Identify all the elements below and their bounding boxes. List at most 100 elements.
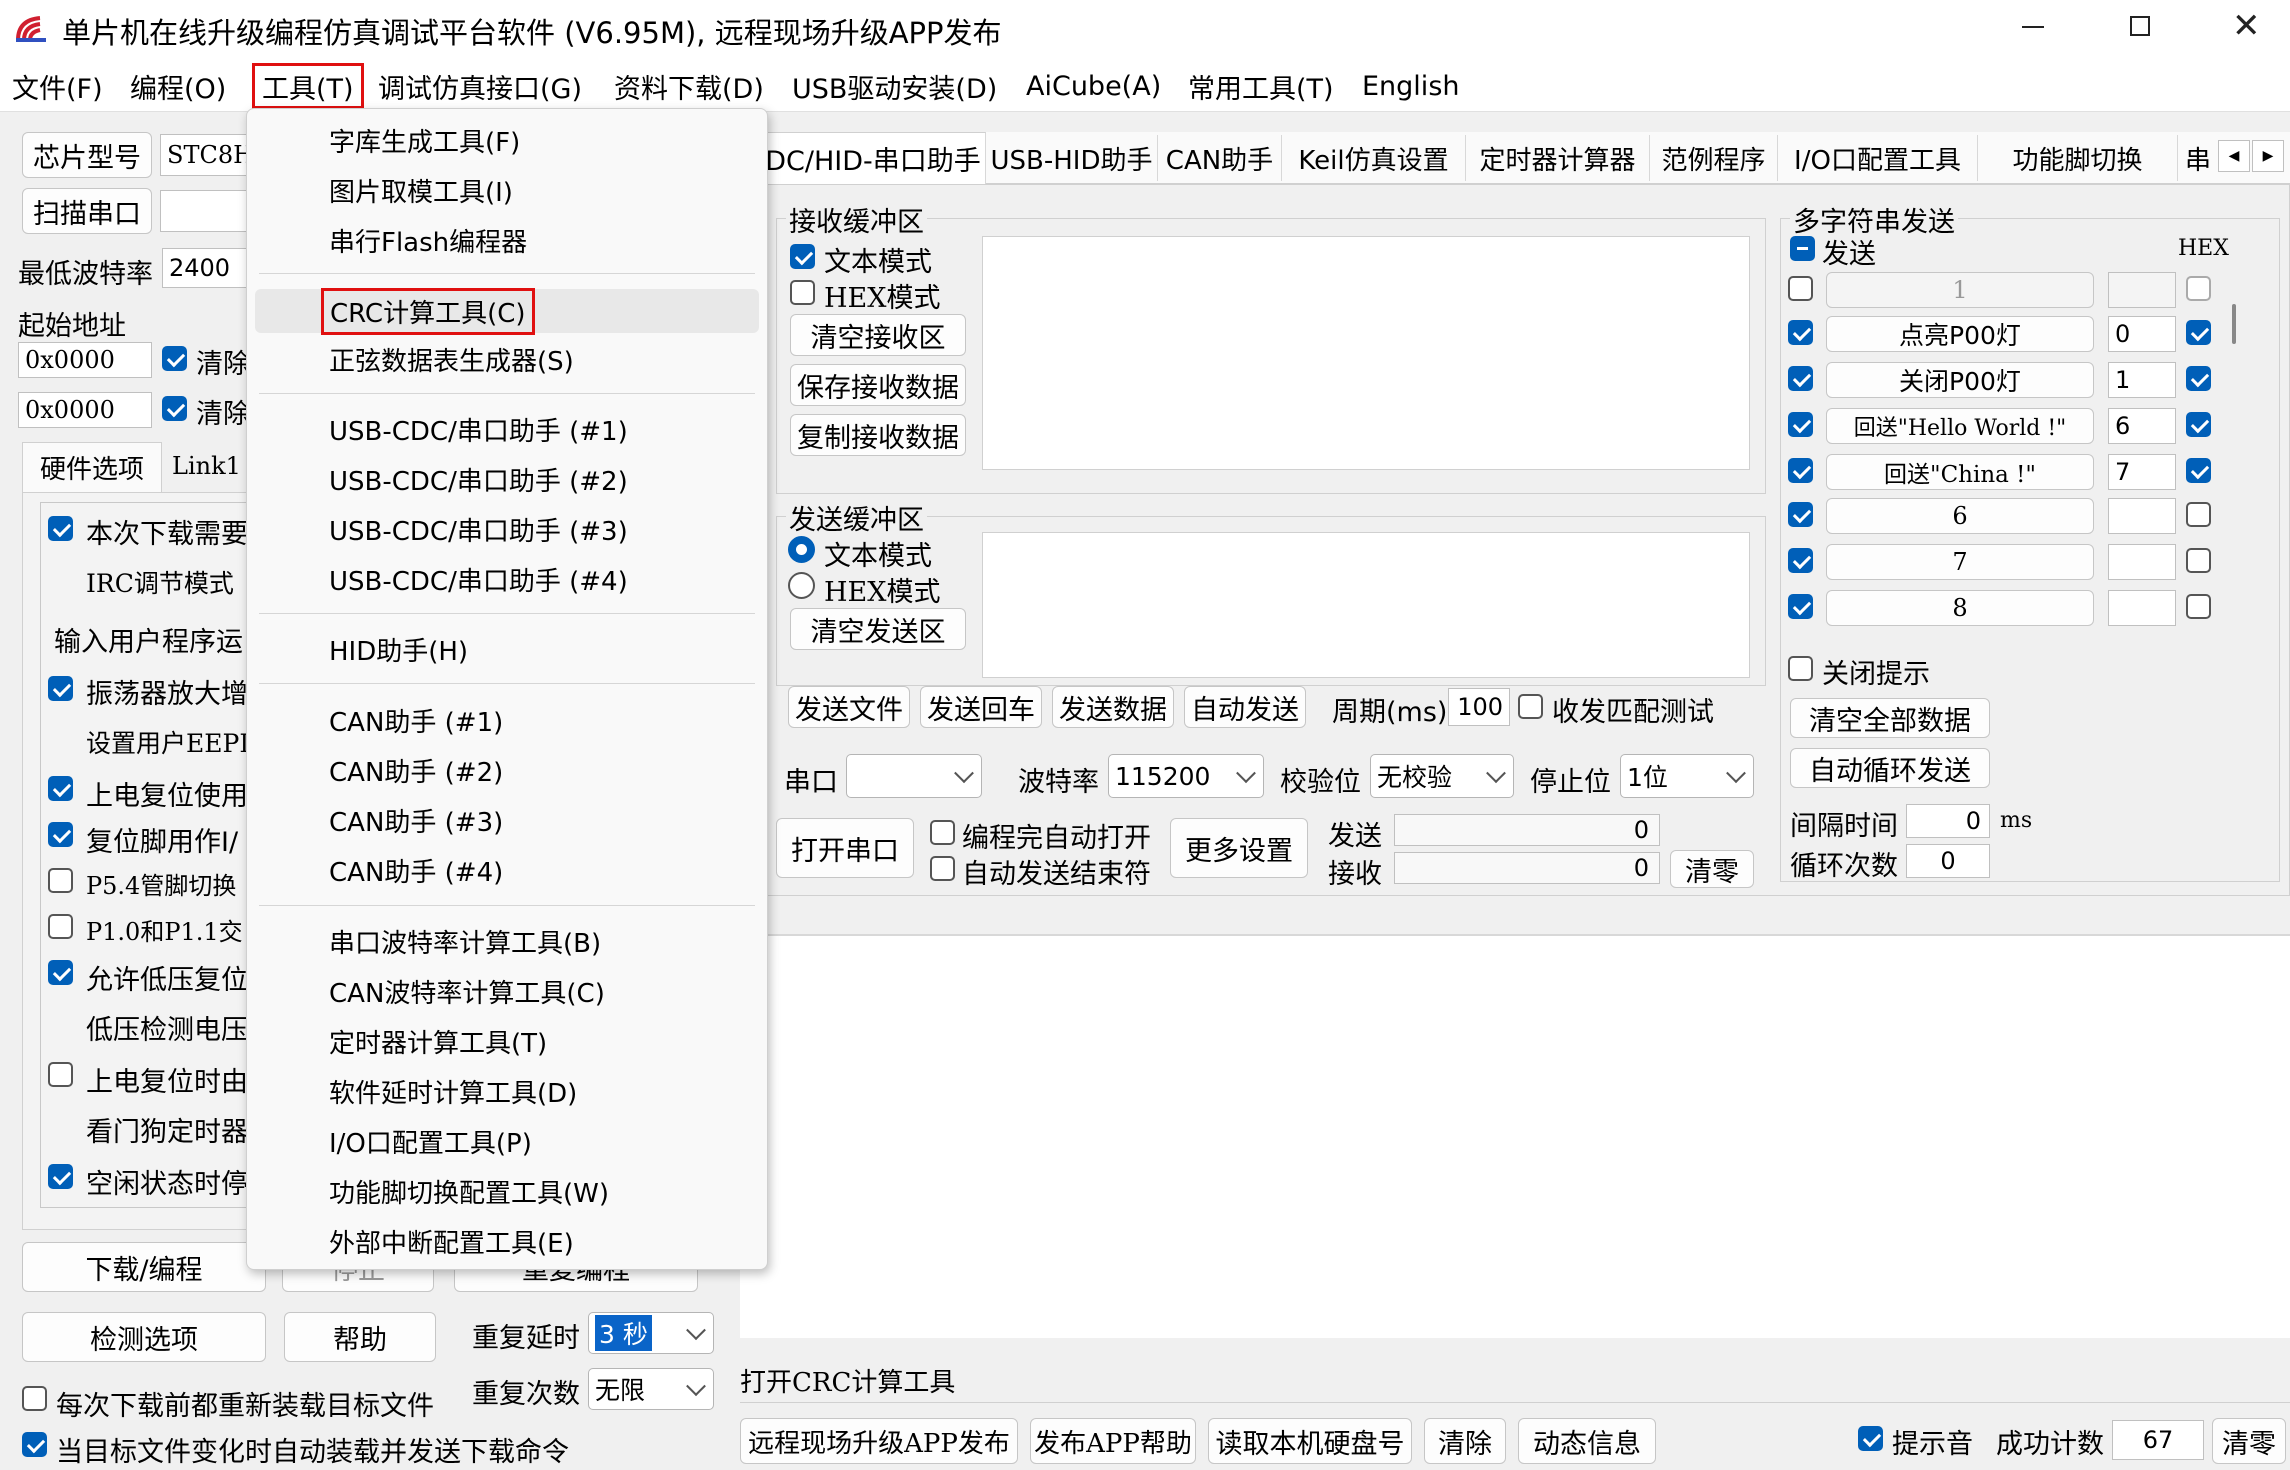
parity-select[interactable]: 无校验: [1370, 754, 1514, 798]
recv-textarea[interactable]: [982, 236, 1750, 470]
clear-log-button[interactable]: 清除: [1424, 1418, 1506, 1464]
multi-row-checkbox[interactable]: [1788, 502, 1813, 527]
menu-item-timer-calc[interactable]: 定时器计算工具(T): [247, 1019, 767, 1063]
publish-help-button[interactable]: 发布APP帮助: [1030, 1418, 1196, 1464]
option-checkbox[interactable]: [48, 516, 73, 541]
option-checkbox[interactable]: [48, 676, 73, 701]
output-log[interactable]: [740, 934, 2290, 1338]
tab-scroll-right-icon[interactable]: ▶: [2252, 140, 2284, 172]
clear-1-checkbox[interactable]: [162, 346, 187, 371]
multi-row-checkbox[interactable]: [1788, 320, 1813, 345]
multi-send-all-checkbox[interactable]: [1790, 236, 1815, 261]
tab-timer-calc[interactable]: 定时器计算器: [1466, 135, 1650, 181]
auto-open-checkbox[interactable]: [930, 820, 955, 845]
repeat-count-select[interactable]: 无限: [588, 1368, 714, 1410]
clear-send-button[interactable]: 清空发送区: [790, 608, 966, 650]
multi-row-button[interactable]: 关闭P00灯: [1826, 362, 2094, 398]
menu-item-usb-cdc-4[interactable]: USB-CDC/串口助手 (#4): [247, 557, 767, 601]
multi-row-hex-checkbox[interactable]: [2186, 594, 2211, 619]
menu-item-crc-calc[interactable]: CRC计算工具(C): [255, 287, 759, 335]
close-tip-checkbox[interactable]: [1788, 656, 1813, 681]
repeat-delay-select[interactable]: 3 秒: [588, 1312, 714, 1354]
tab-usb-hid[interactable]: USB-HID助手: [986, 135, 1158, 181]
multi-row-button[interactable]: 7: [1826, 544, 2094, 580]
copy-recv-button[interactable]: 复制接收数据: [790, 414, 966, 456]
menu-item-pin-switch[interactable]: 功能脚切换配置工具(W): [247, 1169, 767, 1213]
dynamic-info-button[interactable]: 动态信息: [1518, 1418, 1656, 1464]
tab-keil-sim[interactable]: Keil仿真设置: [1282, 135, 1466, 181]
tab-scroll-left-icon[interactable]: ◀: [2218, 140, 2250, 172]
multi-row-checkbox[interactable]: [1788, 548, 1813, 573]
auto-send-button[interactable]: 自动发送: [1184, 686, 1306, 728]
menu-item-ext-interrupt[interactable]: 外部中断配置工具(E): [247, 1219, 767, 1263]
start-address-2-field[interactable]: 0x0000: [18, 392, 152, 428]
chip-model-field[interactable]: STC8H2: [160, 134, 250, 176]
multi-row-button[interactable]: 6: [1826, 498, 2094, 534]
multi-row-button[interactable]: 回送"Hello World !": [1826, 408, 2094, 444]
help-button[interactable]: 帮助: [284, 1312, 436, 1362]
clear-recv-button[interactable]: 清空接收区: [790, 314, 966, 356]
menu-item-can-2[interactable]: CAN助手 (#2): [247, 748, 767, 792]
send-data-button[interactable]: 发送数据: [1052, 686, 1174, 728]
match-test-checkbox[interactable]: [1518, 694, 1543, 719]
multi-row-checkbox[interactable]: [1788, 458, 1813, 483]
menu-common-tools[interactable]: 常用工具(T): [1188, 66, 1334, 106]
menu-program[interactable]: 编程(O): [130, 66, 226, 106]
option-checkbox[interactable]: [48, 960, 73, 985]
multi-row-checkbox[interactable]: [1788, 276, 1813, 301]
multi-row-value[interactable]: [2108, 498, 2176, 534]
send-enter-button[interactable]: 发送回车: [920, 686, 1042, 728]
loop-count-field[interactable]: 0: [1906, 844, 1990, 878]
tab-serial-more[interactable]: 串: [2178, 135, 2218, 181]
close-icon[interactable]: ✕: [2232, 6, 2261, 46]
menu-item-can-1[interactable]: CAN助手 (#1): [247, 698, 767, 742]
maximize-icon[interactable]: [2130, 16, 2150, 36]
min-baud-field[interactable]: 2400: [162, 248, 252, 288]
multi-row-value[interactable]: [2108, 590, 2176, 626]
multi-row-value[interactable]: 7: [2108, 454, 2176, 490]
multi-row-hex-checkbox[interactable]: [2186, 276, 2211, 301]
zero-counters-button[interactable]: 清零: [1670, 850, 1754, 888]
clear-2-checkbox[interactable]: [162, 396, 187, 421]
menu-item-usb-cdc-3[interactable]: USB-CDC/串口助手 (#3): [247, 507, 767, 551]
multi-row-button[interactable]: 1: [1826, 272, 2094, 308]
remote-upgrade-button[interactable]: 远程现场升级APP发布: [740, 1418, 1018, 1464]
multi-row-hex-checkbox[interactable]: [2186, 366, 2211, 391]
recv-hex-mode-checkbox[interactable]: [790, 280, 815, 305]
option-checkbox[interactable]: [48, 914, 73, 939]
menu-item-font-gen[interactable]: 字库生成工具(F): [247, 118, 767, 162]
menu-item-usb-cdc-2[interactable]: USB-CDC/串口助手 (#2): [247, 457, 767, 501]
clear-zero-button[interactable]: 清零: [2212, 1418, 2286, 1464]
auto-reload-checkbox[interactable]: [22, 1432, 47, 1457]
multi-row-button[interactable]: 回送"China !": [1826, 454, 2094, 490]
menu-usb-driver[interactable]: USB驱动安装(D): [792, 66, 997, 106]
multi-row-button[interactable]: 点亮P00灯: [1826, 316, 2094, 352]
multi-row-value[interactable]: [2108, 272, 2176, 308]
menu-item-io-config[interactable]: I/O口配置工具(P): [247, 1119, 767, 1163]
download-program-button[interactable]: 下载/编程: [22, 1242, 266, 1292]
recv-text-mode-checkbox[interactable]: [790, 244, 815, 269]
tab-hardware-options[interactable]: 硬件选项: [22, 442, 162, 492]
auto-loop-button[interactable]: 自动循环发送: [1790, 748, 1990, 788]
open-port-button[interactable]: 打开串口: [776, 818, 914, 878]
start-address-1-field[interactable]: 0x0000: [18, 342, 152, 378]
multi-row-button[interactable]: 8: [1826, 590, 2094, 626]
menu-item-image-mold[interactable]: 图片取模工具(I): [247, 168, 767, 212]
menu-item-hid-helper[interactable]: HID助手(H): [247, 627, 767, 671]
multi-row-hex-checkbox[interactable]: [2186, 412, 2211, 437]
read-disk-button[interactable]: 读取本机硬盘号: [1208, 1418, 1412, 1464]
stopbit-select[interactable]: 1位: [1620, 754, 1754, 798]
chip-model-button[interactable]: 芯片型号: [22, 132, 152, 178]
menu-item-delay-calc[interactable]: 软件延时计算工具(D): [247, 1069, 767, 1113]
interval-field[interactable]: 0: [1906, 804, 1990, 838]
multi-row-value[interactable]: 6: [2108, 408, 2176, 444]
multi-row-value[interactable]: 1: [2108, 362, 2176, 398]
multi-row-hex-checkbox[interactable]: [2186, 320, 2211, 345]
multi-row-hex-checkbox[interactable]: [2186, 548, 2211, 573]
option-checkbox[interactable]: [48, 822, 73, 847]
multi-row-value[interactable]: 0: [2108, 316, 2176, 352]
save-recv-button[interactable]: 保存接收数据: [790, 364, 966, 406]
more-settings-button[interactable]: 更多设置: [1170, 818, 1308, 878]
multi-row-checkbox[interactable]: [1788, 412, 1813, 437]
menu-file[interactable]: 文件(F): [12, 66, 103, 106]
